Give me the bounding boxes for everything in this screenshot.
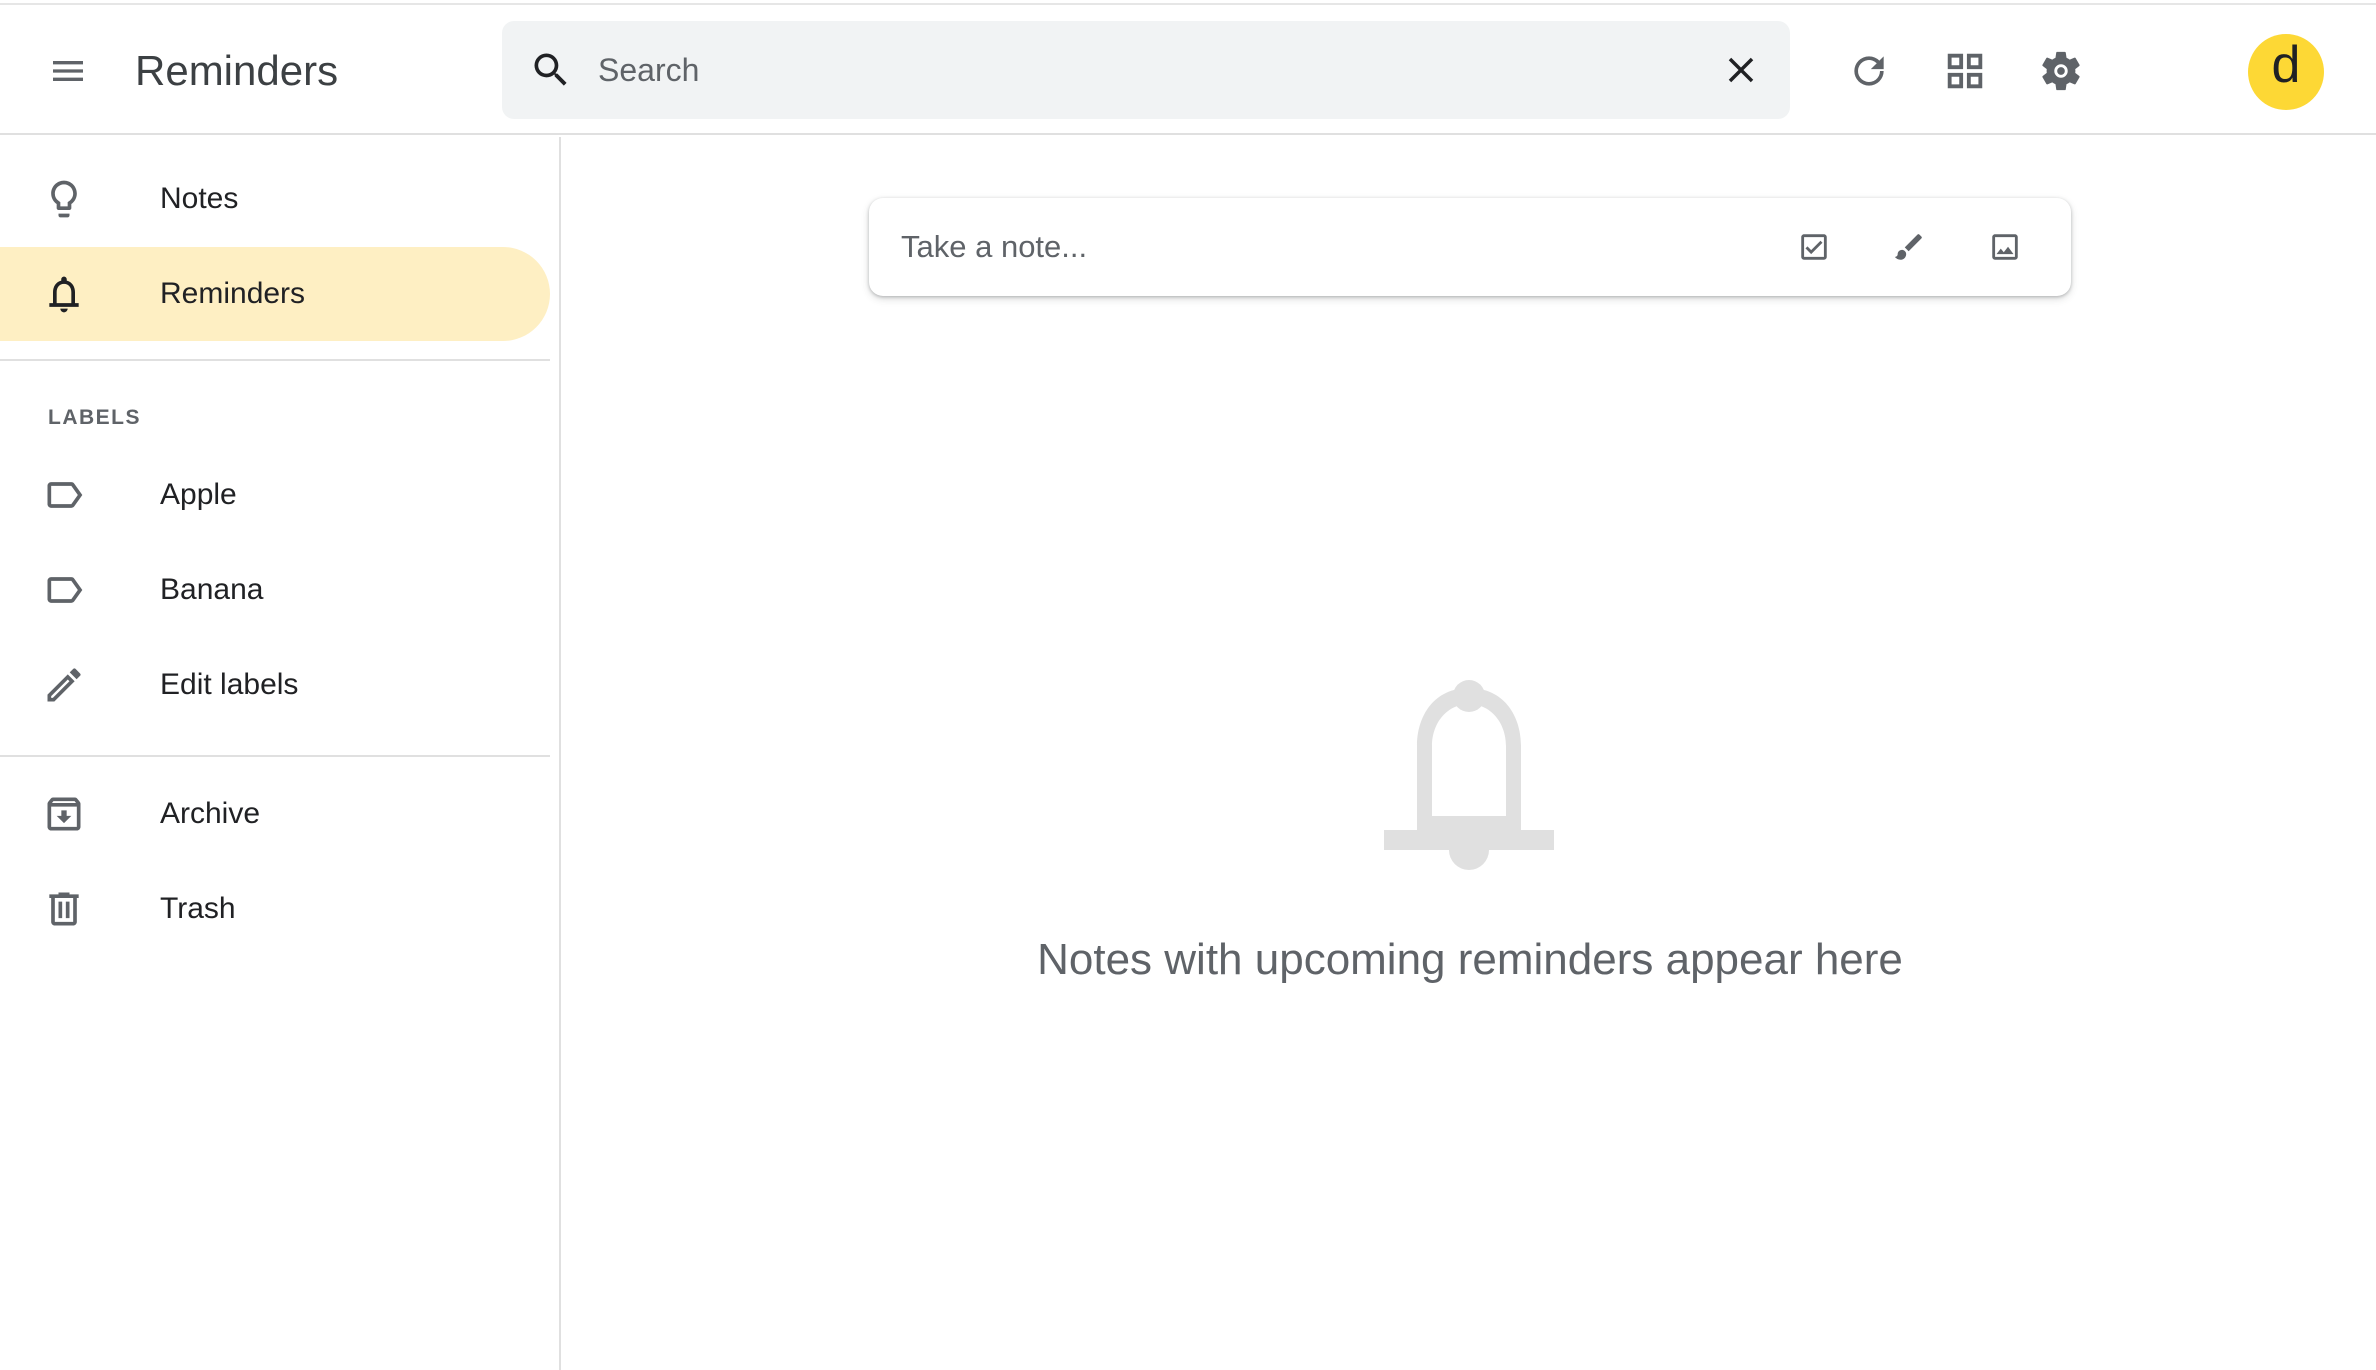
brush-icon [1894,234,1922,260]
clear-search-button[interactable] [1706,35,1776,105]
bell-icon [40,270,88,318]
pencil-icon [40,661,88,709]
search-button[interactable] [516,35,586,105]
sidebar-item-label: Reminders [160,277,306,310]
label-icon [40,566,88,614]
trash-icon [40,885,88,933]
search-input[interactable] [598,35,1658,105]
sidebar-item-reminders[interactable]: Reminders [0,247,550,341]
settings-icon [2042,51,2080,91]
close-icon [1728,57,1754,83]
grid-view-icon [1947,53,1983,89]
checkbox-icon [1801,234,1827,260]
sidebar-item-trash[interactable]: Trash [0,862,550,956]
account-avatar[interactable]: d [2248,34,2324,110]
new-image-note-button[interactable] [1973,215,2037,279]
sidebar-item-notes[interactable]: Notes [0,152,550,246]
avatar-letter: d [2271,36,2301,94]
settings-button[interactable] [2026,36,2096,106]
search-icon [534,53,567,86]
label-icon [40,471,88,519]
new-list-button[interactable] [1782,215,1846,279]
sidebar-item-label: Edit labels [160,668,299,701]
empty-bell-icon [1384,680,1554,870]
app-title: Reminders [135,47,339,94]
sidebar-item-apple[interactable]: Apple [0,448,550,542]
refresh-icon [1854,56,1884,86]
menu-icon [53,61,83,81]
archive-icon [40,790,88,838]
grid-view-button[interactable] [1930,36,2000,106]
main-menu-button[interactable] [30,33,106,109]
app-header: Reminders d [0,5,2376,135]
sidebar-divider [0,359,550,361]
new-drawing-button[interactable] [1877,215,1941,279]
labels-heading: LABELS [48,406,141,429]
sidebar: Notes Reminders LABELS Apple Banana Edit… [0,137,561,1370]
sidebar-item-label: Banana [160,573,264,606]
empty-state-message: Notes with upcoming reminders appear her… [1037,935,1903,984]
image-icon [1992,234,2018,260]
take-note-placeholder: Take a note... [901,229,1088,264]
sidebar-divider [0,755,550,757]
sidebar-item-label: Apple [160,478,237,511]
sidebar-item-banana[interactable]: Banana [0,543,550,637]
sidebar-item-label: Notes [160,182,239,215]
take-note-box[interactable]: Take a note... [869,198,2071,296]
sidebar-item-label: Archive [160,797,261,830]
sidebar-item-archive[interactable]: Archive [0,767,550,861]
search-bar [502,21,1790,119]
refresh-button[interactable] [1834,36,1904,106]
sidebar-item-label: Trash [160,892,236,925]
lightbulb-icon [40,175,88,223]
sidebar-item-edit-labels[interactable]: Edit labels [0,638,550,732]
